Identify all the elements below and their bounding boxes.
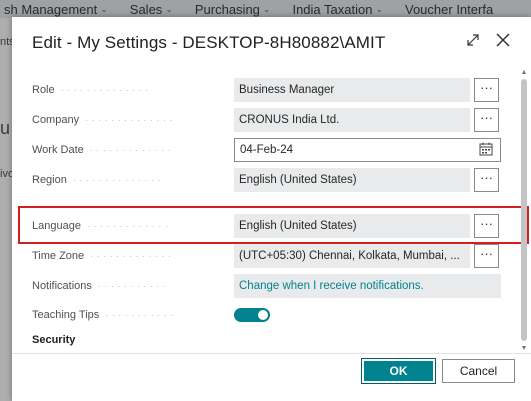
work-date-input[interactable]: 04-Feb-24 bbox=[234, 138, 501, 162]
notifications-link[interactable]: Change when I receive notifications. bbox=[234, 274, 501, 298]
field-region: Region ·············· English (United Sta… bbox=[32, 168, 502, 192]
field-label: Role ·············· bbox=[32, 84, 152, 96]
field-label: Company ·············· bbox=[32, 114, 177, 126]
field-label: Work Date ············· bbox=[32, 144, 175, 156]
chevron-down-icon: ⌄ bbox=[165, 3, 173, 14]
calendar-icon[interactable] bbox=[478, 141, 494, 157]
field-teaching-tips: Teaching Tips ··········· bbox=[32, 303, 502, 327]
company-value: CRONUS India Ltd. bbox=[234, 108, 470, 132]
teaching-tips-toggle[interactable] bbox=[234, 308, 270, 322]
chevron-down-icon: ⌄ bbox=[100, 3, 108, 14]
chevron-down-icon: ⌄ bbox=[375, 3, 383, 14]
role-value: Business Manager bbox=[234, 78, 470, 102]
expand-icon[interactable] bbox=[464, 32, 482, 50]
chevron-down-icon: ⌄ bbox=[262, 3, 271, 14]
toggle-knob bbox=[258, 310, 268, 320]
nav-item-cash-management[interactable]: sh Management ⌄ bbox=[0, 2, 108, 17]
scrollbar[interactable]: ▲ ▼ bbox=[520, 69, 528, 355]
language-highlight-box bbox=[18, 206, 529, 244]
field-label: Region ·············· bbox=[32, 174, 164, 186]
field-role: Role ·············· Business Manager ··· bbox=[32, 78, 502, 102]
side-fragment: u bbox=[0, 118, 11, 138]
scroll-thumb[interactable] bbox=[521, 79, 527, 341]
nav-item-voucher-interface[interactable]: Voucher Interfa bbox=[401, 2, 493, 17]
scroll-up-arrow-icon[interactable]: ▲ bbox=[520, 69, 528, 77]
role-lookup-button[interactable]: ··· bbox=[474, 78, 499, 102]
cancel-button[interactable]: Cancel bbox=[442, 359, 515, 383]
time-zone-lookup-button[interactable]: ··· bbox=[474, 244, 499, 268]
region-lookup-button[interactable]: ··· bbox=[474, 168, 499, 192]
close-icon[interactable] bbox=[493, 31, 513, 51]
field-label: Time Zone ············· bbox=[32, 250, 175, 262]
section-security-heading[interactable]: Security bbox=[32, 334, 75, 346]
field-label: Notifications ··········· bbox=[32, 280, 170, 292]
my-settings-dialog: Edit - My Settings - DESKTOP-8H80882\AMI… bbox=[12, 17, 531, 401]
ok-button[interactable]: OK bbox=[361, 358, 436, 384]
nav-item-sales[interactable]: Sales ⌄ bbox=[126, 2, 173, 17]
dialog-title: Edit - My Settings - DESKTOP-8H80882\AMI… bbox=[32, 33, 386, 52]
field-time-zone: Time Zone ············· (UTC+05:30) Chenn… bbox=[32, 244, 502, 268]
company-lookup-button[interactable]: ··· bbox=[474, 108, 499, 132]
field-company: Company ·············· CRONUS India Ltd. … bbox=[32, 108, 502, 132]
time-zone-value: (UTC+05:30) Chennai, Kolkata, Mumbai, ..… bbox=[234, 244, 470, 268]
nav-item-india-taxation[interactable]: India Taxation ⌄ bbox=[288, 2, 383, 17]
field-notifications: Notifications ··········· Change when I r… bbox=[32, 274, 502, 298]
scroll-down-arrow-icon[interactable]: ▼ bbox=[520, 345, 528, 353]
field-label: Teaching Tips ··········· bbox=[32, 309, 177, 321]
background-nav-bar: sh Management ⌄ Sales ⌄ Purchasing ⌄ India … bbox=[0, 0, 531, 18]
region-value: English (United States) bbox=[234, 168, 470, 192]
nav-item-purchasing[interactable]: Purchasing ⌄ bbox=[191, 2, 271, 17]
footer-divider bbox=[12, 353, 531, 354]
field-work-date: Work Date ············· 04-Feb-24 bbox=[32, 138, 502, 162]
